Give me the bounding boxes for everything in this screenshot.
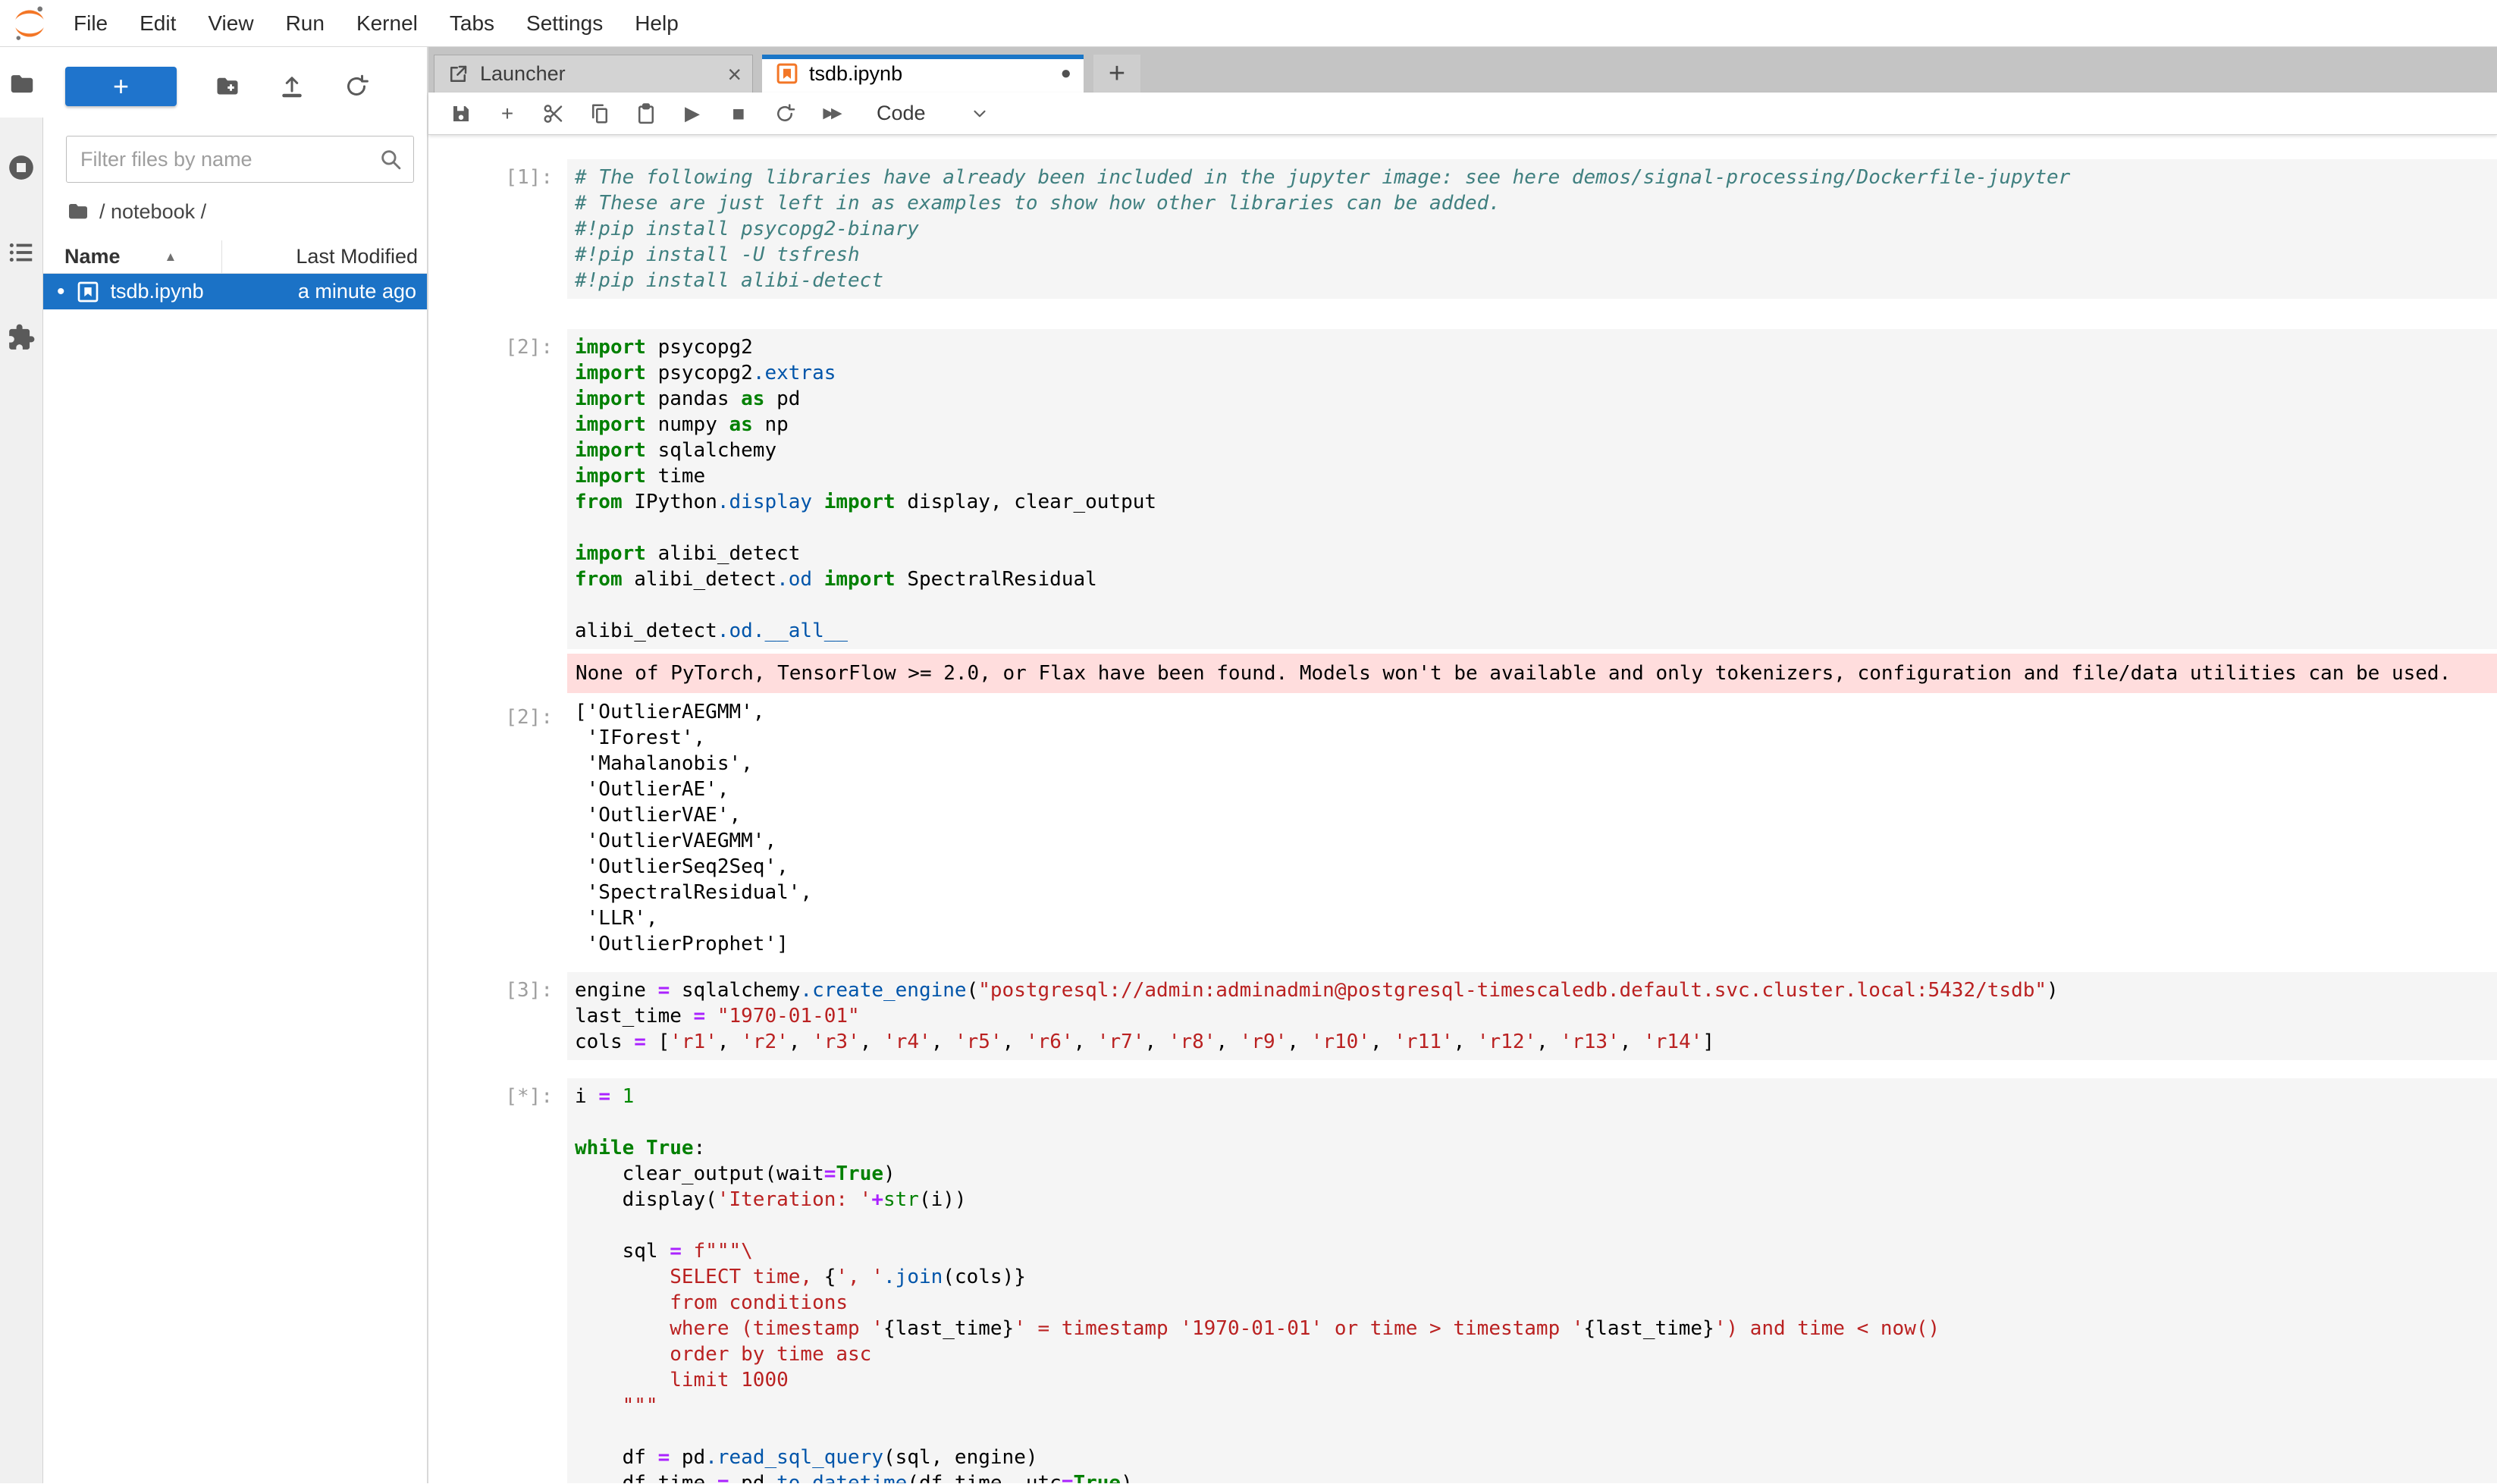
cell-editor[interactable]: i = 1 while True: clear_output(wait=True… (567, 1078, 2497, 1483)
restart-kernel-button[interactable] (772, 100, 798, 127)
cut-cells-button[interactable] (541, 100, 566, 127)
menu-file[interactable]: File (58, 11, 124, 36)
run-cell-button[interactable]: ▶ (679, 100, 705, 127)
code-cell-3[interactable]: [3]: engine = sqlalchemy.create_engine("… (428, 972, 2497, 1060)
cell-2-output: [2]: ['OutlierAEGMM', 'IForest', 'Mahala… (428, 699, 2497, 957)
input-prompt: [*]: (428, 1078, 567, 1483)
table-of-contents-icon[interactable] (7, 238, 36, 267)
cell-editor[interactable]: # The following libraries have already b… (567, 159, 2497, 299)
paste-cells-button[interactable] (633, 100, 659, 127)
input-prompt: [2]: (428, 329, 567, 649)
running-kernels-icon[interactable] (7, 153, 36, 182)
chevron-down-icon (970, 104, 990, 124)
output-prompt: [2]: (428, 699, 567, 957)
file-filter-input[interactable] (66, 136, 414, 183)
cell-type-value: Code (877, 102, 926, 125)
copy-cells-button[interactable] (587, 100, 613, 127)
new-launcher-button[interactable]: + (65, 67, 177, 106)
notebook-file-icon (76, 280, 100, 304)
file-browser-panel: + (43, 47, 428, 1483)
sort-ascending-icon: ▲ (165, 249, 177, 265)
left-sidebar (0, 47, 43, 1483)
new-folder-icon[interactable] (214, 73, 241, 100)
code-cell-4[interactable]: [*]: i = 1 while True: clear_output(wait… (428, 1078, 2497, 1483)
search-icon (378, 146, 403, 172)
menu-bar: File Edit View Run Kernel Tabs Settings … (0, 0, 2497, 47)
menu-view[interactable]: View (192, 11, 269, 36)
close-tab-icon[interactable]: × (727, 62, 742, 86)
cell-editor[interactable]: engine = sqlalchemy.create_engine("postg… (567, 972, 2497, 1060)
notebook-icon (776, 62, 798, 85)
menu-kernel[interactable]: Kernel (340, 11, 434, 36)
code-cell-2[interactable]: [2]: import psycopg2import psycopg2.extr… (428, 329, 2497, 649)
extension-manager-icon[interactable] (7, 323, 36, 352)
add-cell-button[interactable]: + (494, 100, 520, 127)
unsaved-changes-dot: ● (1061, 63, 1072, 84)
menu-edit[interactable]: Edit (124, 11, 192, 36)
breadcrumb-path: / notebook / (99, 200, 206, 224)
menu-run[interactable]: Run (270, 11, 340, 36)
file-modified: a minute ago (204, 280, 427, 303)
menu-tabs[interactable]: Tabs (434, 11, 510, 36)
input-prompt: [3]: (428, 972, 567, 1060)
input-prompt: [1]: (428, 159, 567, 299)
breadcrumb[interactable]: / notebook / (66, 199, 427, 224)
save-button[interactable] (448, 100, 474, 127)
cell-editor[interactable]: import psycopg2import psycopg2.extrasimp… (567, 329, 2497, 649)
menu-items: File Edit View Run Kernel Tabs Settings … (58, 11, 695, 36)
tab-bar: Launcher × tsdb.ipynb ● + (428, 47, 2497, 93)
restart-run-all-button[interactable]: ▶▶ (818, 100, 844, 127)
refresh-icon[interactable] (343, 73, 370, 100)
cell-type-dropdown[interactable]: Code (877, 102, 990, 125)
menu-help[interactable]: Help (619, 11, 695, 36)
execute-result: ['OutlierAEGMM', 'IForest', 'Mahalanobis… (567, 699, 2497, 957)
home-folder-icon[interactable] (66, 199, 90, 224)
menu-settings[interactable]: Settings (510, 11, 619, 36)
code-cell-1[interactable]: [1]: # The following libraries have alre… (428, 159, 2497, 299)
main-area: Launcher × tsdb.ipynb ● + (428, 47, 2497, 1483)
file-name: tsdb.ipynb (111, 280, 204, 303)
file-browser-icon[interactable] (8, 70, 36, 99)
file-list-header: Name ▲ Last Modified (43, 240, 427, 274)
stderr-output: None of PyTorch, TensorFlow >= 2.0, or F… (567, 654, 2497, 693)
file-browser-toolbar: + (43, 47, 427, 112)
modified-column-header[interactable]: Last Modified (222, 245, 427, 268)
file-row-tsdb[interactable]: • tsdb.ipynb a minute ago (43, 274, 427, 309)
tab-tsdb-notebook[interactable]: tsdb.ipynb ● (762, 55, 1084, 93)
jupyterlab-app: File Edit View Run Kernel Tabs Settings … (0, 0, 2497, 1484)
tab-launcher[interactable]: Launcher × (434, 55, 753, 93)
name-column-header[interactable]: Name ▲ (43, 240, 222, 273)
file-filter (66, 136, 414, 183)
new-tab-button[interactable]: + (1093, 55, 1140, 93)
interrupt-kernel-button[interactable]: ■ (726, 100, 751, 127)
tab-label: Launcher (480, 62, 566, 86)
launcher-icon (447, 63, 469, 86)
jupyter-logo-icon (12, 5, 47, 42)
notebook-toolbar: + (428, 93, 2497, 135)
notebook-content[interactable]: [1]: # The following libraries have alre… (428, 135, 2497, 1483)
upload-icon[interactable] (278, 73, 306, 100)
tab-label: tsdb.ipynb (809, 62, 902, 86)
